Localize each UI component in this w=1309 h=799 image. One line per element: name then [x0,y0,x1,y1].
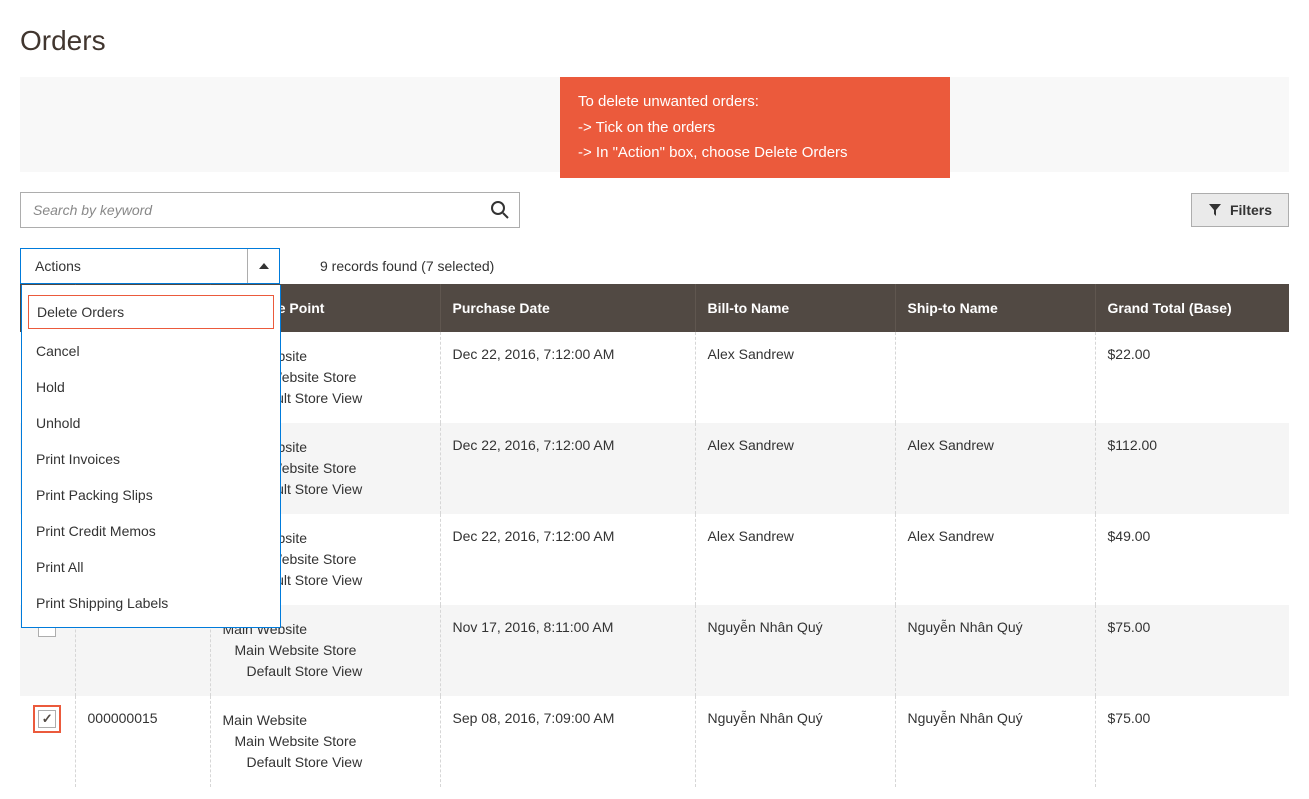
col-header-date[interactable]: Purchase Date [440,284,695,332]
col-header-ship[interactable]: Ship-to Name [895,284,1095,332]
cell-total: $22.00 [1095,332,1289,423]
banner-area: To delete unwanted orders: -> Tick on th… [20,77,1289,172]
cell-total: $75.00 [1095,605,1289,696]
search-input[interactable] [20,192,520,228]
filters-label: Filters [1230,202,1272,218]
cell-id: 000000015 [75,696,210,787]
cell-date: Nov 17, 2016, 8:11:00 AM [440,605,695,696]
menu-item-print-all[interactable]: Print All [22,549,280,585]
cell-bill: Nguyễn Nhân Quý [695,605,895,696]
cell-ship: Alex Sandrew [895,514,1095,605]
cell-total: $75.00 [1095,696,1289,787]
cell-date: Dec 22, 2016, 7:12:00 AM [440,423,695,514]
callout-line: -> In "Action" box, choose Delete Orders [578,140,932,166]
funnel-icon [1208,203,1222,217]
chevron-up-icon [259,263,269,269]
menu-item-hold[interactable]: Hold [22,369,280,405]
menu-item-print-shipping-labels[interactable]: Print Shipping Labels [22,585,280,621]
table-row[interactable]: 000000015Main WebsiteMain Website StoreD… [20,696,1289,787]
cell-total: $49.00 [1095,514,1289,605]
menu-item-cancel[interactable]: Cancel [22,333,280,369]
page-title: Orders [20,0,1289,77]
col-header-bill[interactable]: Bill-to Name [695,284,895,332]
cell-ship: Nguyễn Nhân Quý [895,696,1095,787]
cell-ship [895,332,1095,423]
menu-item-print-packing-slips[interactable]: Print Packing Slips [22,477,280,513]
actions-toggle[interactable] [247,249,279,283]
cell-ship: Nguyễn Nhân Quý [895,605,1095,696]
cell-date: Dec 22, 2016, 7:12:00 AM [440,332,695,423]
actions-label: Actions [21,258,247,274]
cell-bill: Nguyễn Nhân Quý [695,696,895,787]
cell-bill: Alex Sandrew [695,423,895,514]
cell-point: Main WebsiteMain Website StoreDefault St… [210,696,440,787]
cell-total: $112.00 [1095,423,1289,514]
menu-item-print-credit-memos[interactable]: Print Credit Memos [22,513,280,549]
cell-ship: Alex Sandrew [895,423,1095,514]
actions-dropdown[interactable]: Actions Delete Orders Cancel Hold Unhold… [20,248,280,284]
cell-bill: Alex Sandrew [695,514,895,605]
cell-bill: Alex Sandrew [695,332,895,423]
records-info: 9 records found (7 selected) [320,258,494,274]
menu-item-unhold[interactable]: Unhold [22,405,280,441]
filters-button[interactable]: Filters [1191,193,1289,227]
col-header-total[interactable]: Grand Total (Base) [1095,284,1289,332]
menu-item-print-invoices[interactable]: Print Invoices [22,441,280,477]
instruction-callout: To delete unwanted orders: -> Tick on th… [560,77,950,178]
menu-item-delete-orders[interactable]: Delete Orders [28,295,274,329]
row-checkbox[interactable] [38,710,56,728]
callout-line: -> Tick on the orders [578,115,932,141]
callout-line: To delete unwanted orders: [578,89,932,115]
cell-date: Sep 08, 2016, 7:09:00 AM [440,696,695,787]
search-icon[interactable] [490,200,510,220]
actions-menu: Delete Orders Cancel Hold Unhold Print I… [21,285,281,628]
search-box [20,192,520,228]
cell-date: Dec 22, 2016, 7:12:00 AM [440,514,695,605]
